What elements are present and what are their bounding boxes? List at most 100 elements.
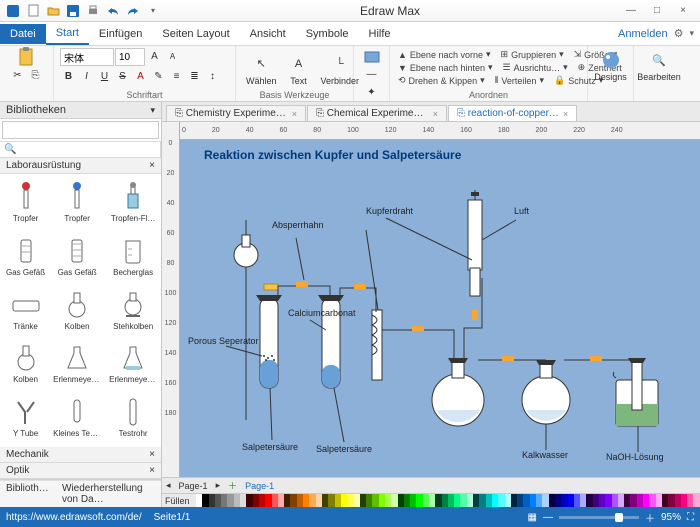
gear-icon[interactable]: ⚙	[674, 27, 684, 40]
shape-dropper-red[interactable]: Tropfer	[3, 177, 48, 229]
arrange-group-label: Anordnen	[396, 90, 581, 100]
close-tab-icon[interactable]: ×	[433, 109, 438, 119]
shape-search-input[interactable]	[2, 121, 159, 139]
shrink-font-icon[interactable]: A	[164, 48, 181, 65]
shape-gas-jar[interactable]: Gas Gefäß	[3, 231, 48, 283]
sidebar-tab-libs[interactable]: Biblioth…	[0, 480, 56, 507]
zoom-slider[interactable]	[559, 516, 639, 519]
category-optik[interactable]: Optik	[6, 465, 29, 476]
shape-fill-icon[interactable]	[363, 48, 380, 65]
shape-flask[interactable]: Kolben	[50, 285, 104, 337]
tab-pagelayout[interactable]: Seiten Layout	[152, 24, 239, 44]
shape-erlenmeyer2[interactable]: Erlenmeyer…	[106, 338, 160, 390]
highlight-icon[interactable]: ✎	[150, 68, 167, 85]
shape-gas-jar2[interactable]: Gas Gefäß	[50, 231, 104, 283]
align-cmd[interactable]: ☰ Ausrichtu…▾	[501, 61, 570, 74]
designs-button[interactable]: Designs	[594, 48, 627, 83]
doc-tab[interactable]: ⎘ Chemistry Experiment 2×	[166, 105, 306, 121]
color-swatch[interactable]	[693, 494, 699, 507]
file-tab[interactable]: Datei	[0, 24, 46, 44]
shape-flask2[interactable]: Kolben	[3, 338, 48, 390]
text-tool[interactable]: AText	[284, 52, 314, 87]
rotate-cmd[interactable]: ⟲ Drehen & Kippen▾	[396, 74, 487, 87]
shape-testtube-s[interactable]: Kleines Tes…	[50, 392, 104, 444]
paste-icon[interactable]	[18, 48, 35, 65]
open-icon[interactable]	[44, 2, 62, 20]
page-tab-1[interactable]: Page-1	[179, 481, 208, 491]
qat-dropdown-icon[interactable]: ▾	[144, 2, 162, 20]
drawing-page[interactable]: Reaktion zwischen Kupfer und Salpetersäu…	[180, 140, 700, 477]
shape-dropper-blue[interactable]: Tropfer	[50, 177, 104, 229]
send-backward[interactable]: ▼ Ebene nach hinten▾	[396, 61, 495, 74]
close-tab-icon[interactable]: ×	[563, 109, 568, 119]
document-tabs: ⎘ Chemistry Experiment 2×⎘ Chemical Expe…	[162, 102, 700, 122]
doc-tab[interactable]: ⎘ Chemical Experimen…×	[307, 105, 447, 121]
shape-trough[interactable]: Tränke	[3, 285, 48, 337]
bring-forward[interactable]: ▲ Ebene nach vorne▾	[396, 48, 493, 61]
tab-view[interactable]: Ansicht	[240, 24, 296, 44]
fullscreen-icon[interactable]: ⛶	[687, 512, 694, 523]
zoom-in-button[interactable]: ＋	[645, 510, 655, 525]
bold-button[interactable]: B	[60, 68, 77, 85]
strike-button[interactable]: S	[114, 68, 131, 85]
linespacing-icon[interactable]: ↕	[204, 68, 221, 85]
zoom-out-button[interactable]: —	[543, 512, 553, 523]
grow-font-icon[interactable]: A	[146, 48, 163, 65]
save-icon[interactable]	[64, 2, 82, 20]
page-tab-next[interactable]: ▸	[216, 480, 221, 491]
tab-help[interactable]: Hilfe	[359, 24, 401, 44]
doc-tab[interactable]: ⎘ reaction-of-copper…×	[448, 105, 577, 121]
tab-start[interactable]: Start	[46, 23, 89, 45]
undo-icon[interactable]	[104, 2, 122, 20]
page-tab-prev[interactable]: ◂	[166, 480, 171, 491]
distribute-cmd[interactable]: ⫴ Verteilen▾	[493, 74, 546, 87]
shape-testtube[interactable]: Testrohr	[106, 392, 160, 444]
fill-label: Füllen	[162, 494, 196, 507]
canvas-area: ⎘ Chemistry Experiment 2×⎘ Chemical Expe…	[162, 102, 700, 507]
print-icon[interactable]	[84, 2, 102, 20]
font-name-select[interactable]	[60, 48, 114, 66]
view-mode-icon[interactable]: ▦	[528, 512, 537, 523]
tools-group-label: Basis Werkzeuge	[242, 90, 347, 100]
underline-button[interactable]: U	[96, 68, 113, 85]
sidebar-dropdown-icon[interactable]: ▾	[150, 105, 155, 116]
align-icon[interactable]: ≣	[186, 68, 203, 85]
quick-access-toolbar: ▾	[4, 2, 162, 20]
close-category-icon[interactable]: ×	[149, 160, 155, 171]
tab-insert[interactable]: Einfügen	[89, 24, 152, 44]
category-mechanik[interactable]: Mechanik	[6, 449, 49, 460]
close-button[interactable]: ×	[670, 2, 696, 20]
redo-icon[interactable]	[124, 2, 142, 20]
close-tab-icon[interactable]: ×	[292, 109, 297, 119]
maximize-button[interactable]: □	[644, 2, 670, 20]
sidebar-title: Bibliotheken	[6, 104, 66, 116]
sidebar-tab-recovery[interactable]: Wiederherstellung von Da…	[56, 480, 161, 507]
shape-effects-icon[interactable]: ✦	[363, 84, 380, 101]
shape-erlenmeyer[interactable]: Erlenmeyer…	[50, 338, 104, 390]
tab-symbols[interactable]: Symbole	[296, 24, 359, 44]
page-tab-2[interactable]: Page-1	[245, 481, 274, 491]
shape-ytube[interactable]: Y Tube	[3, 392, 48, 444]
category-lab[interactable]: Laborausrüstung	[6, 160, 81, 171]
shape-line-icon[interactable]: —	[363, 66, 380, 83]
copy-icon[interactable]: ⎘	[27, 67, 44, 84]
italic-button[interactable]: I	[78, 68, 95, 85]
shape-stand-flask[interactable]: Stehkolben	[106, 285, 160, 337]
signin-link[interactable]: Anmelden	[618, 28, 668, 40]
select-tool[interactable]: ↖Wählen	[242, 52, 281, 87]
minimize-button[interactable]: —	[618, 2, 644, 20]
new-icon[interactable]	[24, 2, 42, 20]
workspace: Bibliotheken▾ 🔍 Laborausrüstung× Tropfer…	[0, 102, 700, 507]
font-size-select[interactable]	[115, 48, 145, 66]
edit-button[interactable]: 🔍Bearbeiten	[640, 48, 678, 83]
app-menu-icon[interactable]	[4, 2, 22, 20]
group-cmd[interactable]: ⊞ Gruppieren▾	[499, 48, 566, 61]
font-color-icon[interactable]: A	[132, 68, 149, 85]
collapse-ribbon-icon[interactable]: ▾	[689, 28, 694, 39]
shape-gallery: TropferTropferTropfen-Fl…Gas GefäßGas Ge…	[0, 174, 161, 447]
cut-icon[interactable]: ✂	[9, 67, 26, 84]
add-page-icon[interactable]: ＋	[228, 479, 237, 492]
shape-dropper-bottle[interactable]: Tropfen-Fl…	[106, 177, 160, 229]
bullets-icon[interactable]: ≡	[168, 68, 185, 85]
shape-beaker[interactable]: Becherglas	[106, 231, 160, 283]
